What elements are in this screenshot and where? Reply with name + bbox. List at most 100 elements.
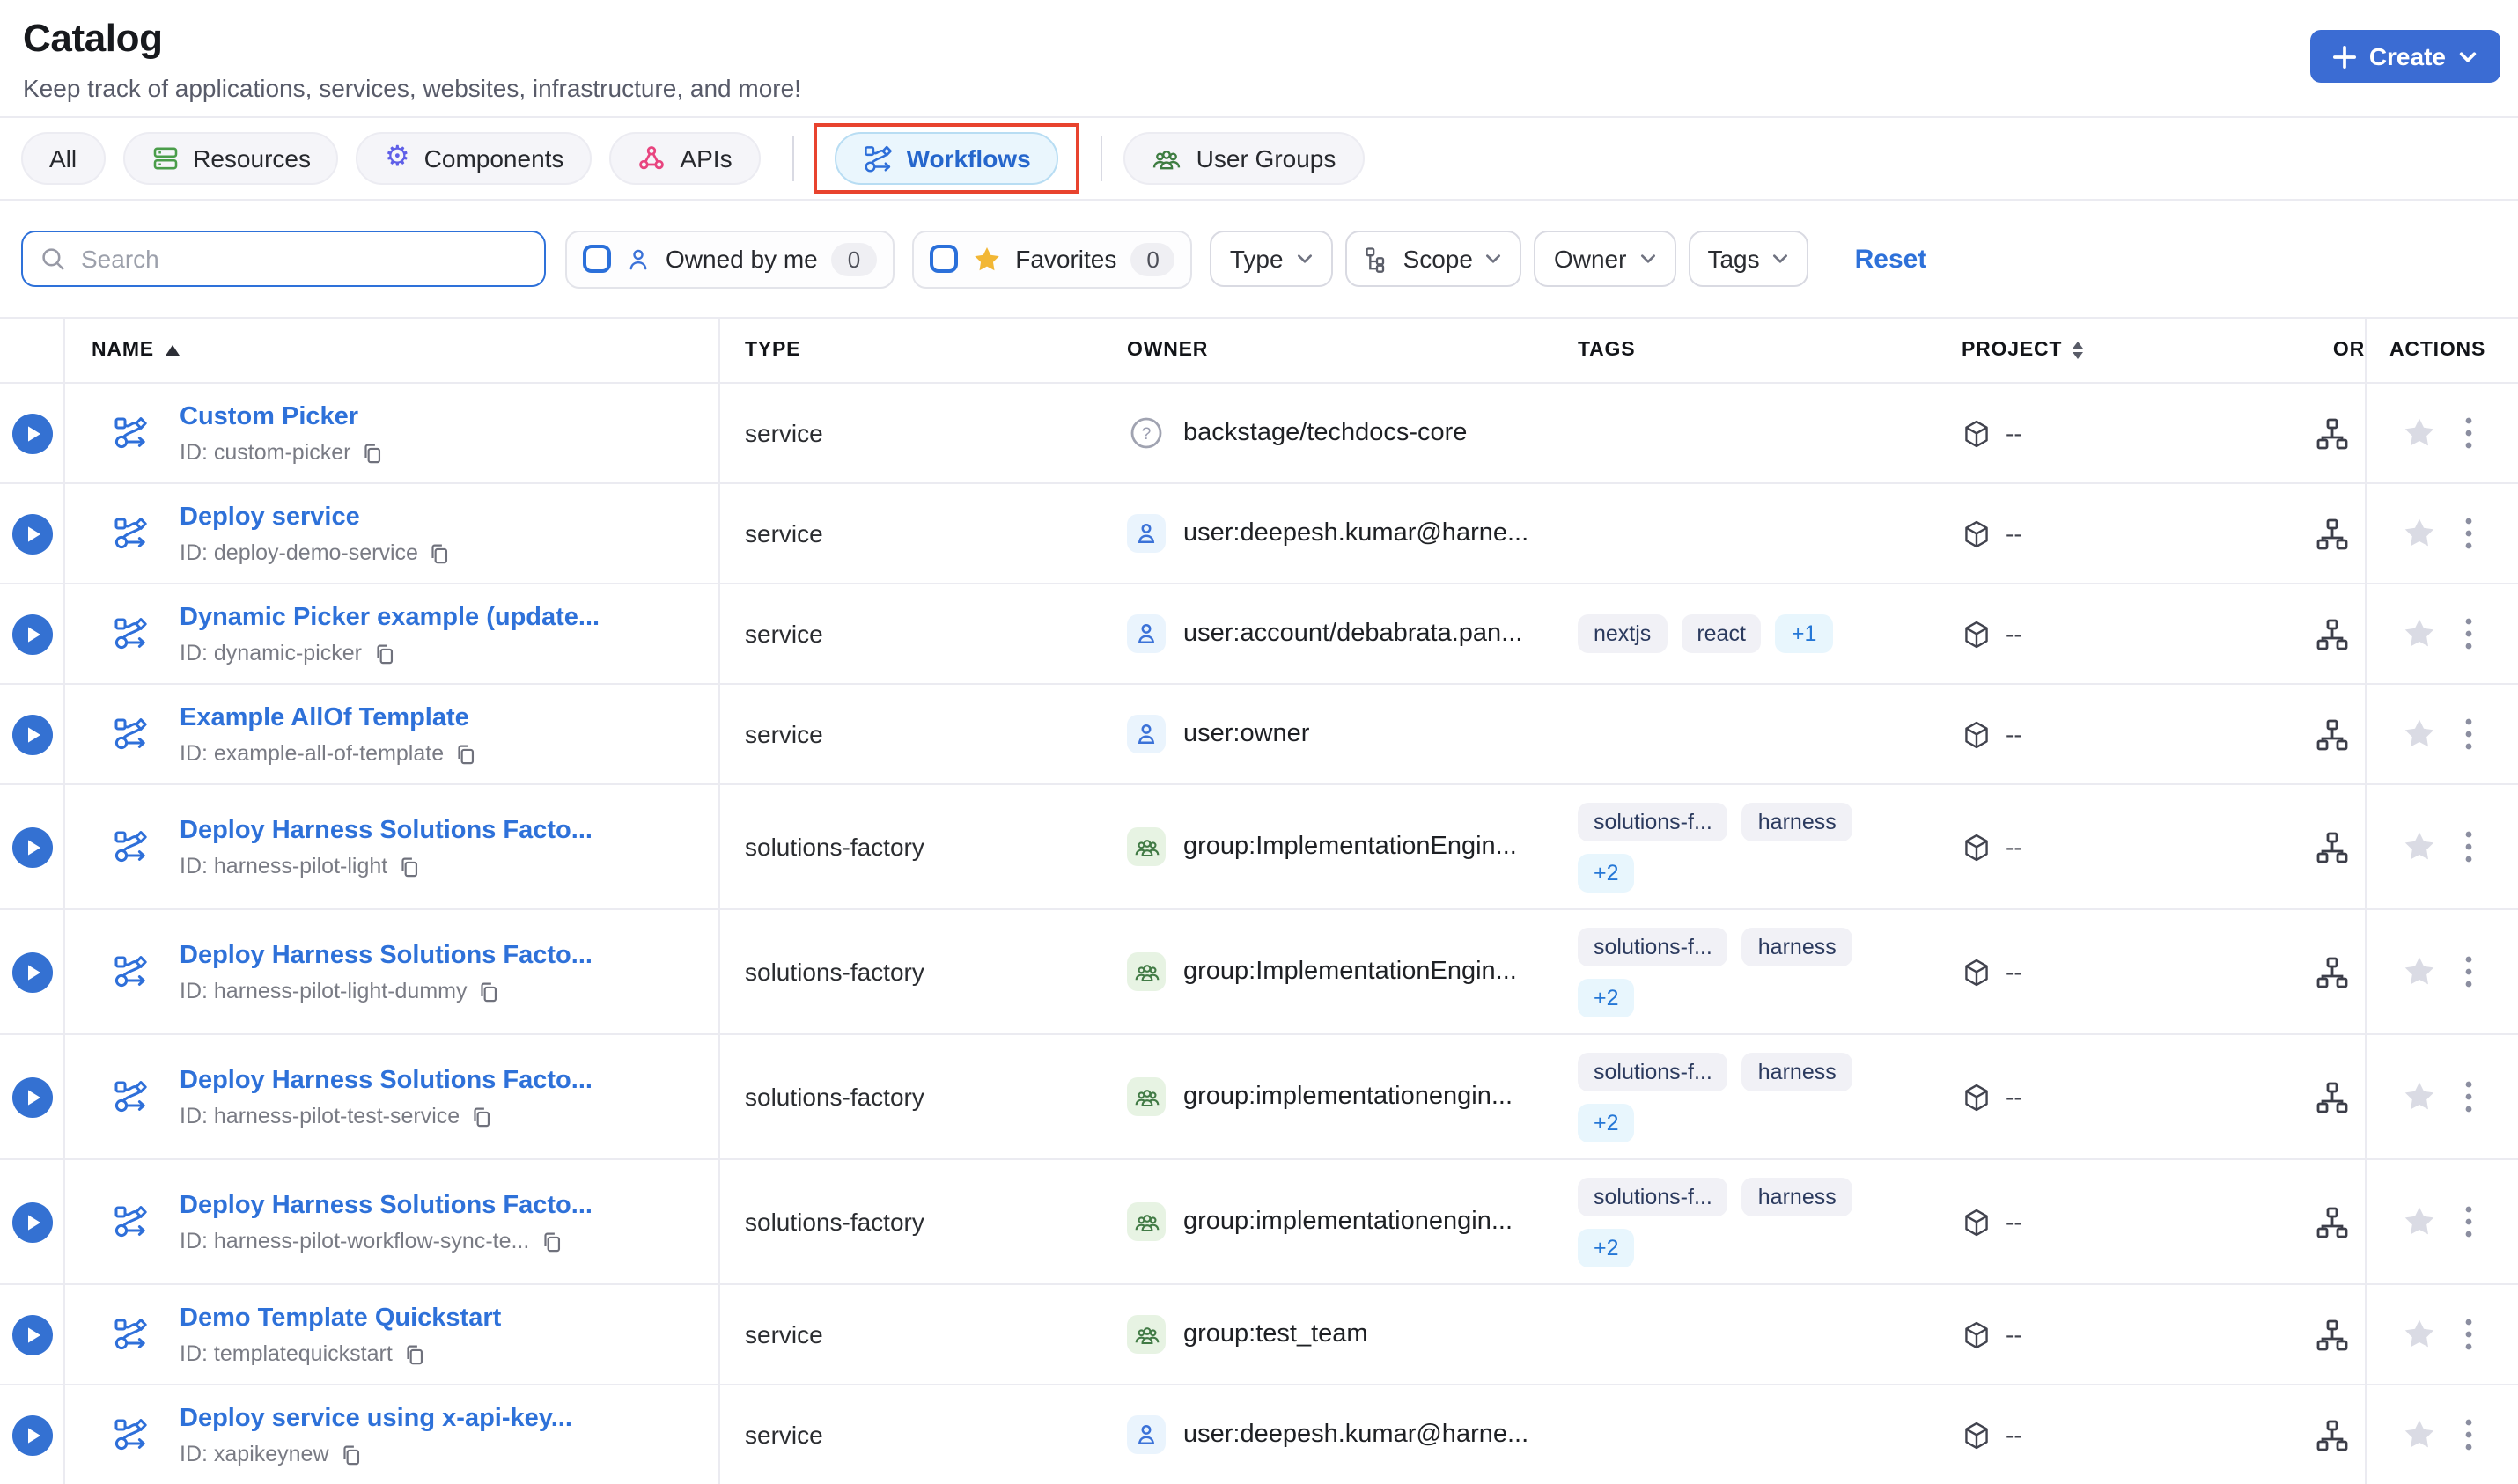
org-hierarchy-button[interactable] <box>2316 955 2349 988</box>
tab-components[interactable]: ⚙ Components <box>356 132 593 185</box>
copy-icon[interactable] <box>429 541 452 564</box>
row-menu-button[interactable] <box>2465 1319 2472 1350</box>
row-menu-button[interactable] <box>2465 1419 2472 1451</box>
more-tags-pill[interactable]: +1 <box>1775 614 1833 653</box>
chevron-down-icon <box>1772 250 1790 268</box>
favorite-star-button[interactable] <box>2402 1204 2437 1239</box>
run-workflow-button[interactable] <box>11 513 52 554</box>
tags-filter-dropdown[interactable]: Tags <box>1688 231 1809 287</box>
org-hierarchy-button[interactable] <box>2316 1418 2349 1451</box>
run-workflow-button[interactable] <box>11 1414 52 1455</box>
tab-resources[interactable]: Resources <box>122 132 339 185</box>
type-filter-dropdown[interactable]: Type <box>1210 231 1333 287</box>
favorite-star-button[interactable] <box>2402 954 2437 989</box>
copy-icon[interactable] <box>372 642 395 665</box>
workflow-name-link[interactable]: Dynamic Picker example (update... <box>180 604 600 632</box>
tab-apis[interactable]: APIs <box>609 132 761 185</box>
workflow-name-link[interactable]: Deploy service using x-api-key... <box>180 1405 572 1433</box>
copy-icon[interactable] <box>540 1230 563 1253</box>
favorite-star-button[interactable] <box>2402 1079 2437 1114</box>
run-workflow-button[interactable] <box>11 826 52 867</box>
tab-workflows[interactable]: Workflows <box>834 132 1059 185</box>
run-workflow-button[interactable] <box>11 613 52 654</box>
workflow-name-link[interactable]: Deploy Harness Solutions Facto... <box>180 1192 593 1220</box>
copy-icon[interactable] <box>478 980 501 1003</box>
favorite-star-button[interactable] <box>2402 415 2437 451</box>
row-menu-button[interactable] <box>2465 618 2472 650</box>
row-menu-button[interactable] <box>2465 518 2472 549</box>
create-button[interactable]: Create <box>2310 30 2500 83</box>
run-workflow-button[interactable] <box>11 951 52 992</box>
favorite-star-button[interactable] <box>2402 616 2437 651</box>
tag-pill[interactable]: react <box>1681 614 1762 653</box>
workflow-name-link[interactable]: Deploy Harness Solutions Facto... <box>180 942 593 970</box>
workflow-name-link[interactable]: Demo Template Quickstart <box>180 1304 501 1333</box>
org-hierarchy-button[interactable] <box>2316 717 2349 751</box>
tag-pill[interactable]: nextjs <box>1578 614 1668 653</box>
more-tags-pill[interactable]: +2 <box>1578 978 1635 1017</box>
owner-label: group:test_team <box>1183 1320 1368 1348</box>
copy-icon[interactable] <box>398 855 421 878</box>
tab-all[interactable]: All <box>21 132 106 185</box>
workflow-name-link[interactable]: Example AllOf Template <box>180 704 469 732</box>
tag-pill[interactable]: solutions-f... <box>1578 802 1728 841</box>
org-hierarchy-button[interactable] <box>2316 1080 2349 1113</box>
tab-label: User Groups <box>1196 144 1336 173</box>
copy-icon[interactable] <box>362 441 385 464</box>
org-hierarchy-button[interactable] <box>2316 517 2349 550</box>
favorite-star-button[interactable] <box>2402 716 2437 752</box>
tab-user-groups[interactable]: User Groups <box>1123 132 1365 185</box>
row-menu-button[interactable] <box>2465 956 2472 988</box>
owner-label: backstage/techdocs-core <box>1183 419 1468 447</box>
org-hierarchy-button[interactable] <box>2316 617 2349 650</box>
favorite-star-button[interactable] <box>2402 829 2437 864</box>
favorites-filter[interactable]: Favorites 0 <box>911 230 1193 288</box>
more-tags-pill[interactable]: +2 <box>1578 1228 1635 1267</box>
copy-icon[interactable] <box>470 1105 493 1128</box>
tag-pill[interactable]: solutions-f... <box>1578 1177 1728 1216</box>
run-workflow-button[interactable] <box>11 1314 52 1355</box>
row-menu-button[interactable] <box>2465 1206 2472 1238</box>
workflow-name-link[interactable]: Deploy Harness Solutions Facto... <box>180 1067 593 1095</box>
favorite-star-button[interactable] <box>2402 516 2437 551</box>
tag-pill[interactable]: harness <box>1741 802 1852 841</box>
row-menu-button[interactable] <box>2465 718 2472 750</box>
copy-icon[interactable] <box>340 1443 363 1466</box>
run-workflow-button[interactable] <box>11 413 52 453</box>
more-tags-pill[interactable]: +2 <box>1578 853 1635 892</box>
owned-by-me-filter[interactable]: Owned by me 0 <box>565 230 895 288</box>
org-hierarchy-button[interactable] <box>2316 830 2349 863</box>
tab-label: Resources <box>193 144 311 173</box>
favorite-star-button[interactable] <box>2402 1417 2437 1452</box>
workflow-name-link[interactable]: Deploy service <box>180 503 360 532</box>
owner-label: group:implementationengin... <box>1183 1083 1513 1111</box>
run-workflow-button[interactable] <box>11 1201 52 1242</box>
row-menu-button[interactable] <box>2465 1081 2472 1113</box>
search-input[interactable] <box>21 231 546 287</box>
run-workflow-button[interactable] <box>11 1076 52 1117</box>
more-tags-pill[interactable]: +2 <box>1578 1103 1635 1142</box>
column-header-project[interactable]: PROJECT <box>1937 319 2254 382</box>
scope-filter-dropdown[interactable]: Scope <box>1344 231 1522 287</box>
workflow-name-link[interactable]: Custom Picker <box>180 403 358 431</box>
tag-pill[interactable]: harness <box>1741 1177 1852 1216</box>
owned-by-me-checkbox[interactable] <box>583 245 611 273</box>
tag-pill[interactable]: harness <box>1741 927 1852 966</box>
org-hierarchy-button[interactable] <box>2316 1205 2349 1238</box>
copy-icon[interactable] <box>454 742 477 765</box>
tag-pill[interactable]: solutions-f... <box>1578 927 1728 966</box>
row-menu-button[interactable] <box>2465 417 2472 449</box>
owner-filter-dropdown[interactable]: Owner <box>1534 231 1676 287</box>
favorites-checkbox[interactable] <box>929 245 958 273</box>
workflow-name-link[interactable]: Deploy Harness Solutions Facto... <box>180 817 593 845</box>
org-hierarchy-button[interactable] <box>2316 416 2349 450</box>
tag-pill[interactable]: solutions-f... <box>1578 1052 1728 1091</box>
column-header-name[interactable]: NAME <box>65 319 720 382</box>
favorite-star-button[interactable] <box>2402 1317 2437 1352</box>
row-menu-button[interactable] <box>2465 831 2472 863</box>
run-workflow-button[interactable] <box>11 714 52 754</box>
reset-filters-link[interactable]: Reset <box>1855 244 1927 274</box>
org-hierarchy-button[interactable] <box>2316 1318 2349 1351</box>
copy-icon[interactable] <box>403 1342 426 1365</box>
tag-pill[interactable]: harness <box>1741 1052 1852 1091</box>
